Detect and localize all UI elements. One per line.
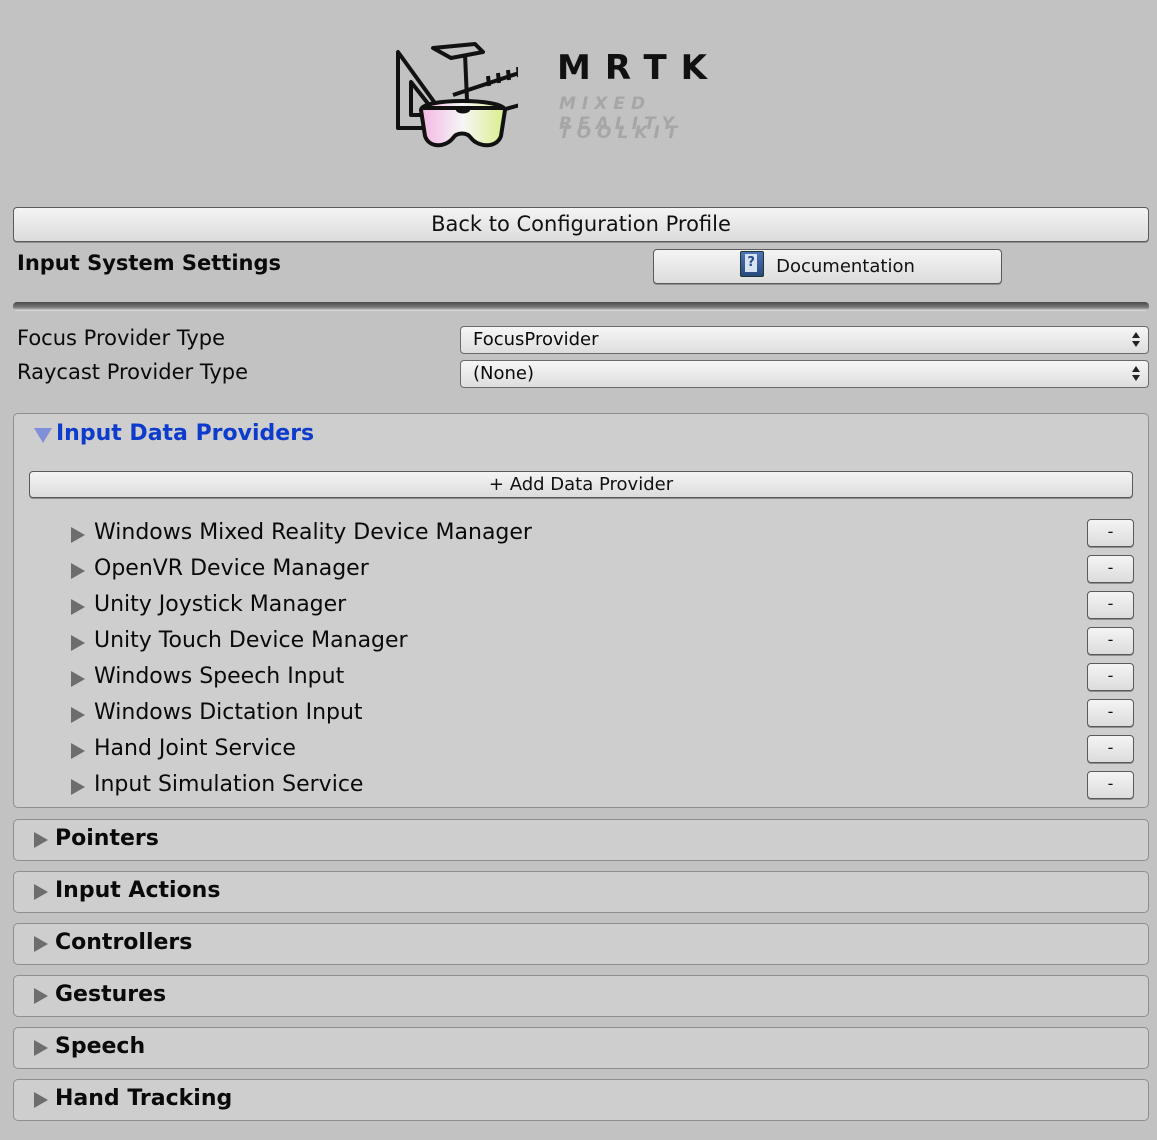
- provider-label: Windows Dictation Input: [94, 700, 363, 725]
- pointers-foldout[interactable]: Pointers: [13, 819, 1149, 861]
- hand-tracking-foldout[interactable]: Hand Tracking: [13, 1079, 1149, 1121]
- collapsed-triangle-icon: [34, 884, 48, 900]
- speech-foldout[interactable]: Speech: [13, 1027, 1149, 1069]
- provider-label: Hand Joint Service: [94, 736, 296, 761]
- pointers-title: Pointers: [55, 826, 159, 851]
- dropdown-arrows-icon: [1132, 332, 1140, 348]
- collapsed-triangle-icon: [71, 599, 85, 615]
- documentation-label: Documentation: [776, 256, 915, 277]
- collapsed-triangle-icon: [34, 988, 48, 1004]
- collapsed-triangle-icon: [71, 527, 85, 543]
- remove-provider-button[interactable]: -: [1087, 555, 1134, 583]
- section-divider: [13, 302, 1149, 311]
- provider-row[interactable]: Windows Dictation Input -: [71, 699, 1134, 730]
- logo-title: MRTK: [557, 48, 722, 88]
- help-book-icon: ?: [740, 251, 765, 277]
- focus-provider-type-value: FocusProvider: [473, 329, 599, 350]
- collapsed-triangle-icon: [71, 779, 85, 795]
- collapsed-triangle-icon: [71, 707, 85, 723]
- provider-row[interactable]: Windows Speech Input -: [71, 663, 1134, 694]
- remove-provider-button[interactable]: -: [1087, 699, 1134, 727]
- provider-label: Windows Mixed Reality Device Manager: [94, 520, 532, 545]
- controllers-title: Controllers: [55, 930, 193, 955]
- provider-label: Unity Joystick Manager: [94, 592, 347, 617]
- back-to-configuration-profile-button[interactable]: Back to Configuration Profile: [13, 207, 1149, 242]
- remove-provider-button[interactable]: -: [1087, 519, 1134, 547]
- collapsed-triangle-icon: [34, 936, 48, 952]
- input-actions-foldout[interactable]: Input Actions: [13, 871, 1149, 913]
- collapsed-triangle-icon: [34, 1040, 48, 1056]
- collapsed-triangle-icon: [71, 671, 85, 687]
- input-data-providers-title: Input Data Providers: [56, 421, 315, 446]
- focus-provider-type-label: Focus Provider Type: [17, 326, 226, 350]
- provider-label: OpenVR Device Manager: [94, 556, 369, 581]
- raycast-provider-type-label: Raycast Provider Type: [17, 360, 249, 384]
- remove-provider-button[interactable]: -: [1087, 663, 1134, 691]
- remove-provider-button[interactable]: -: [1087, 591, 1134, 619]
- provider-row[interactable]: Windows Mixed Reality Device Manager -: [71, 519, 1134, 550]
- provider-label: Windows Speech Input: [94, 664, 345, 689]
- provider-row[interactable]: Input Simulation Service -: [71, 771, 1134, 802]
- expanded-triangle-icon: [34, 428, 52, 443]
- collapsed-triangle-icon: [71, 743, 85, 759]
- raycast-provider-type-dropdown[interactable]: (None): [460, 360, 1149, 388]
- provider-row[interactable]: Unity Touch Device Manager -: [71, 627, 1134, 658]
- logo-subtitle-line2: TOOLKIT: [559, 123, 684, 143]
- gestures-foldout[interactable]: Gestures: [13, 975, 1149, 1017]
- remove-provider-button[interactable]: -: [1087, 627, 1134, 655]
- collapsed-triangle-icon: [34, 1092, 48, 1108]
- add-data-provider-button[interactable]: + Add Data Provider: [29, 471, 1133, 498]
- speech-title: Speech: [55, 1034, 146, 1059]
- provider-row[interactable]: Hand Joint Service -: [71, 735, 1134, 766]
- gestures-title: Gestures: [55, 982, 167, 1007]
- mrtk-headset-icon: [396, 42, 518, 148]
- page-title: Input System Settings: [17, 251, 282, 275]
- collapsed-triangle-icon: [71, 563, 85, 579]
- provider-label: Unity Touch Device Manager: [94, 628, 408, 653]
- raycast-provider-type-value: (None): [473, 363, 535, 384]
- hand-tracking-title: Hand Tracking: [55, 1086, 233, 1111]
- mrtk-logo: MRTK MIXED REALITY TOOLKIT: [393, 40, 763, 160]
- controllers-foldout[interactable]: Controllers: [13, 923, 1149, 965]
- provider-row[interactable]: OpenVR Device Manager -: [71, 555, 1134, 586]
- input-data-providers-panel: Input Data Providers + Add Data Provider…: [13, 413, 1149, 808]
- documentation-button[interactable]: ? Documentation: [653, 249, 1002, 284]
- collapsed-triangle-icon: [71, 635, 85, 651]
- provider-label: Input Simulation Service: [94, 772, 364, 797]
- provider-row[interactable]: Unity Joystick Manager -: [71, 591, 1134, 622]
- focus-provider-type-dropdown[interactable]: FocusProvider: [460, 326, 1149, 354]
- collapsed-triangle-icon: [34, 832, 48, 848]
- input-data-providers-foldout[interactable]: Input Data Providers: [34, 421, 314, 446]
- input-actions-title: Input Actions: [55, 878, 221, 903]
- remove-provider-button[interactable]: -: [1087, 771, 1134, 799]
- dropdown-arrows-icon: [1132, 366, 1140, 382]
- remove-provider-button[interactable]: -: [1087, 735, 1134, 763]
